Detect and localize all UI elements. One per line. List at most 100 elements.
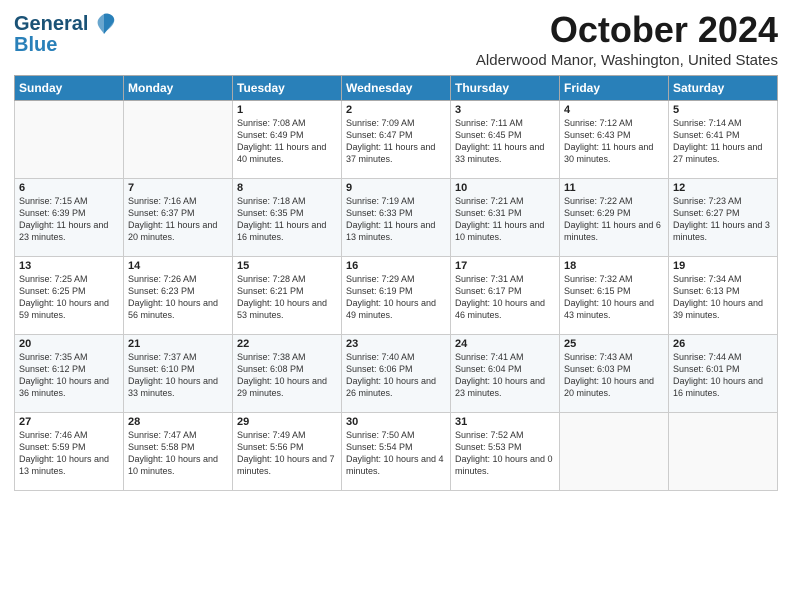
day-info-line: Sunrise: 7:18 AM <box>237 195 337 207</box>
day-number: 5 <box>673 104 773 116</box>
day-info: Sunrise: 7:09 AMSunset: 6:47 PMDaylight:… <box>346 117 446 166</box>
day-info-line: Sunset: 6:49 PM <box>237 129 337 141</box>
day-info: Sunrise: 7:16 AMSunset: 6:37 PMDaylight:… <box>128 195 228 244</box>
day-info-line: Sunrise: 7:22 AM <box>564 195 664 207</box>
calendar-day-header: Monday <box>124 75 233 100</box>
day-info-line: Sunset: 6:37 PM <box>128 207 228 219</box>
day-info-line: Sunrise: 7:16 AM <box>128 195 228 207</box>
calendar-cell: 15Sunrise: 7:28 AMSunset: 6:21 PMDayligh… <box>233 256 342 334</box>
day-info: Sunrise: 7:52 AMSunset: 5:53 PMDaylight:… <box>455 429 555 478</box>
calendar-day-header: Wednesday <box>342 75 451 100</box>
calendar-cell: 7Sunrise: 7:16 AMSunset: 6:37 PMDaylight… <box>124 178 233 256</box>
calendar-week-row: 20Sunrise: 7:35 AMSunset: 6:12 PMDayligh… <box>15 334 778 412</box>
calendar-cell: 3Sunrise: 7:11 AMSunset: 6:45 PMDaylight… <box>451 100 560 178</box>
logo-bird-icon <box>90 10 118 38</box>
calendar-day-header: Sunday <box>15 75 124 100</box>
day-info-line: Daylight: 10 hours and 20 minutes. <box>564 375 664 399</box>
calendar-cell: 18Sunrise: 7:32 AMSunset: 6:15 PMDayligh… <box>560 256 669 334</box>
day-info: Sunrise: 7:18 AMSunset: 6:35 PMDaylight:… <box>237 195 337 244</box>
day-info: Sunrise: 7:12 AMSunset: 6:43 PMDaylight:… <box>564 117 664 166</box>
day-info-line: Sunrise: 7:34 AM <box>673 273 773 285</box>
day-info: Sunrise: 7:43 AMSunset: 6:03 PMDaylight:… <box>564 351 664 400</box>
day-info-line: Daylight: 10 hours and 43 minutes. <box>564 297 664 321</box>
calendar-day-header: Saturday <box>669 75 778 100</box>
day-info: Sunrise: 7:37 AMSunset: 6:10 PMDaylight:… <box>128 351 228 400</box>
day-info-line: Daylight: 11 hours and 33 minutes. <box>455 141 555 165</box>
day-info-line: Sunset: 6:06 PM <box>346 363 446 375</box>
day-info-line: Sunset: 6:10 PM <box>128 363 228 375</box>
day-info-line: Sunrise: 7:11 AM <box>455 117 555 129</box>
day-info-line: Sunrise: 7:47 AM <box>128 429 228 441</box>
day-info-line: Sunrise: 7:26 AM <box>128 273 228 285</box>
day-number: 10 <box>455 182 555 194</box>
calendar-cell: 9Sunrise: 7:19 AMSunset: 6:33 PMDaylight… <box>342 178 451 256</box>
logo-general: General <box>14 13 88 36</box>
day-number: 8 <box>237 182 337 194</box>
day-info-line: Sunset: 6:21 PM <box>237 285 337 297</box>
day-info-line: Sunset: 5:53 PM <box>455 441 555 453</box>
header: General Blue October 2024 Alderwood Mano… <box>14 10 778 69</box>
day-number: 4 <box>564 104 664 116</box>
day-info-line: Daylight: 10 hours and 49 minutes. <box>346 297 446 321</box>
day-number: 15 <box>237 260 337 272</box>
calendar-cell: 23Sunrise: 7:40 AMSunset: 6:06 PMDayligh… <box>342 334 451 412</box>
day-info-line: Sunrise: 7:38 AM <box>237 351 337 363</box>
day-info-line: Daylight: 11 hours and 30 minutes. <box>564 141 664 165</box>
calendar-cell: 20Sunrise: 7:35 AMSunset: 6:12 PMDayligh… <box>15 334 124 412</box>
day-info-line: Daylight: 11 hours and 37 minutes. <box>346 141 446 165</box>
day-info-line: Sunrise: 7:08 AM <box>237 117 337 129</box>
calendar-week-row: 27Sunrise: 7:46 AMSunset: 5:59 PMDayligh… <box>15 412 778 490</box>
day-info-line: Daylight: 10 hours and 53 minutes. <box>237 297 337 321</box>
day-info-line: Sunset: 5:58 PM <box>128 441 228 453</box>
calendar-cell: 24Sunrise: 7:41 AMSunset: 6:04 PMDayligh… <box>451 334 560 412</box>
calendar-cell: 26Sunrise: 7:44 AMSunset: 6:01 PMDayligh… <box>669 334 778 412</box>
day-info-line: Daylight: 10 hours and 26 minutes. <box>346 375 446 399</box>
calendar-cell: 22Sunrise: 7:38 AMSunset: 6:08 PMDayligh… <box>233 334 342 412</box>
day-info-line: Sunset: 6:29 PM <box>564 207 664 219</box>
page: General Blue October 2024 Alderwood Mano… <box>0 0 792 612</box>
day-number: 11 <box>564 182 664 194</box>
calendar-cell: 14Sunrise: 7:26 AMSunset: 6:23 PMDayligh… <box>124 256 233 334</box>
day-info: Sunrise: 7:14 AMSunset: 6:41 PMDaylight:… <box>673 117 773 166</box>
day-number: 14 <box>128 260 228 272</box>
day-info: Sunrise: 7:32 AMSunset: 6:15 PMDaylight:… <box>564 273 664 322</box>
calendar-cell: 16Sunrise: 7:29 AMSunset: 6:19 PMDayligh… <box>342 256 451 334</box>
calendar-cell: 17Sunrise: 7:31 AMSunset: 6:17 PMDayligh… <box>451 256 560 334</box>
day-info: Sunrise: 7:19 AMSunset: 6:33 PMDaylight:… <box>346 195 446 244</box>
calendar-cell: 13Sunrise: 7:25 AMSunset: 6:25 PMDayligh… <box>15 256 124 334</box>
calendar-day-header: Thursday <box>451 75 560 100</box>
calendar-cell <box>560 412 669 490</box>
day-info-line: Daylight: 10 hours and 33 minutes. <box>128 375 228 399</box>
calendar-cell: 29Sunrise: 7:49 AMSunset: 5:56 PMDayligh… <box>233 412 342 490</box>
day-info-line: Sunrise: 7:15 AM <box>19 195 119 207</box>
day-info: Sunrise: 7:25 AMSunset: 6:25 PMDaylight:… <box>19 273 119 322</box>
day-info: Sunrise: 7:11 AMSunset: 6:45 PMDaylight:… <box>455 117 555 166</box>
location-title: Alderwood Manor, Washington, United Stat… <box>476 52 778 69</box>
calendar-cell: 30Sunrise: 7:50 AMSunset: 5:54 PMDayligh… <box>342 412 451 490</box>
day-info-line: Daylight: 10 hours and 56 minutes. <box>128 297 228 321</box>
day-info-line: Sunrise: 7:40 AM <box>346 351 446 363</box>
day-info-line: Sunset: 6:41 PM <box>673 129 773 141</box>
day-number: 30 <box>346 416 446 428</box>
day-info-line: Sunrise: 7:32 AM <box>564 273 664 285</box>
day-info: Sunrise: 7:44 AMSunset: 6:01 PMDaylight:… <box>673 351 773 400</box>
day-info-line: Sunrise: 7:49 AM <box>237 429 337 441</box>
calendar-cell: 25Sunrise: 7:43 AMSunset: 6:03 PMDayligh… <box>560 334 669 412</box>
day-number: 7 <box>128 182 228 194</box>
day-info-line: Sunset: 6:23 PM <box>128 285 228 297</box>
day-info: Sunrise: 7:50 AMSunset: 5:54 PMDaylight:… <box>346 429 446 478</box>
day-info: Sunrise: 7:08 AMSunset: 6:49 PMDaylight:… <box>237 117 337 166</box>
calendar-cell: 4Sunrise: 7:12 AMSunset: 6:43 PMDaylight… <box>560 100 669 178</box>
day-number: 1 <box>237 104 337 116</box>
day-info-line: Daylight: 10 hours and 0 minutes. <box>455 453 555 477</box>
day-number: 19 <box>673 260 773 272</box>
calendar-cell: 21Sunrise: 7:37 AMSunset: 6:10 PMDayligh… <box>124 334 233 412</box>
day-info-line: Sunset: 6:15 PM <box>564 285 664 297</box>
calendar: SundayMondayTuesdayWednesdayThursdayFrid… <box>14 75 778 491</box>
day-info-line: Daylight: 11 hours and 27 minutes. <box>673 141 773 165</box>
day-info: Sunrise: 7:22 AMSunset: 6:29 PMDaylight:… <box>564 195 664 244</box>
day-info-line: Daylight: 11 hours and 3 minutes. <box>673 219 773 243</box>
day-info-line: Daylight: 10 hours and 39 minutes. <box>673 297 773 321</box>
day-info-line: Daylight: 10 hours and 7 minutes. <box>237 453 337 477</box>
title-block: October 2024 Alderwood Manor, Washington… <box>476 10 778 69</box>
